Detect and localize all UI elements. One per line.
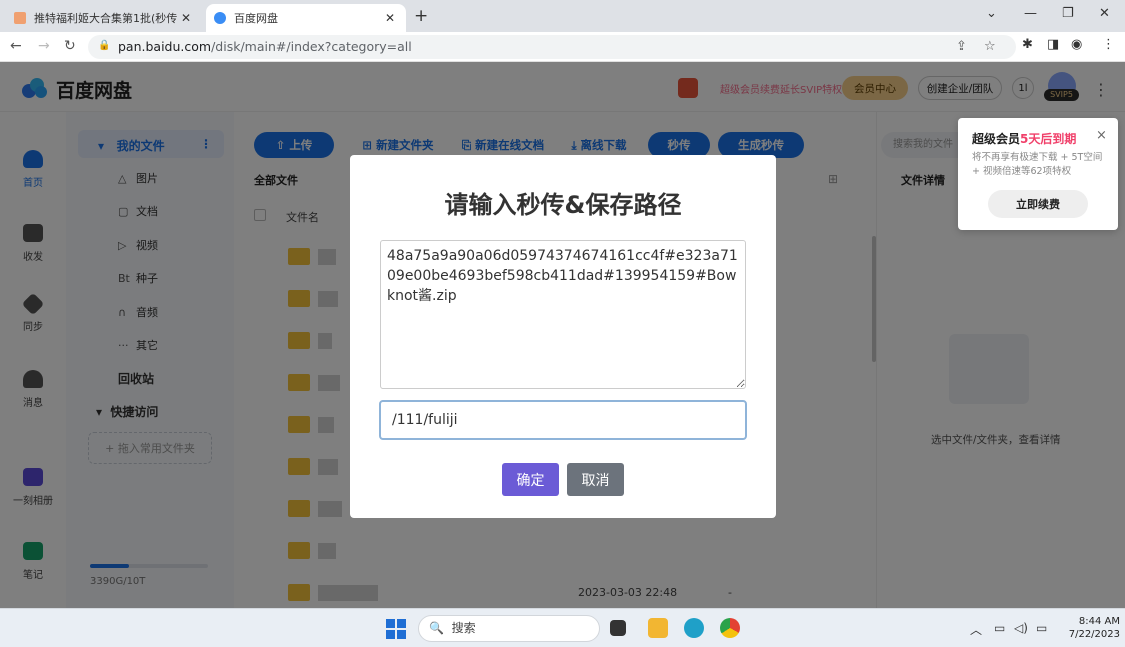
windows-taskbar: 🔍 搜索 ︿ ▭ ◁) ▭ 8:44 AM 7/22/2023 bbox=[0, 608, 1125, 647]
popup-description: 将不再享有极速下载 + 5T空间 + 视频倍速等62项特权 bbox=[972, 152, 1103, 177]
browser-menu-icon[interactable]: ⋮ bbox=[1102, 37, 1115, 52]
side-panel-icon[interactable]: ◨ bbox=[1047, 37, 1059, 52]
tab-close-icon[interactable]: ✕ bbox=[382, 11, 398, 25]
address-bar-row: ← → ↻ 🔒 pan.baidu.com/disk/main#/index?c… bbox=[0, 32, 1125, 62]
save-path-input[interactable] bbox=[379, 400, 747, 440]
tab-title: 推特福利姬大合集第1批(秒传) - bbox=[34, 12, 178, 25]
battery-icon[interactable]: ▭ bbox=[1036, 621, 1047, 635]
edge-browser-icon[interactable] bbox=[684, 618, 704, 638]
back-icon[interactable]: ← bbox=[10, 38, 22, 54]
restore-icon[interactable]: ❐ bbox=[1062, 6, 1074, 21]
confirm-button[interactable]: 确定 bbox=[502, 463, 559, 496]
network-icon[interactable]: ▭ bbox=[994, 621, 1005, 635]
browser-tab-bar: 推特福利姬大合集第1批(秒传) - ✕ 百度网盘 ✕ + ⌄ — ❐ ✕ bbox=[0, 0, 1125, 32]
forward-icon[interactable]: → bbox=[38, 38, 50, 54]
vip-expiry-popup: 超级会员5天后到期 × 将不再享有极速下载 + 5T空间 + 视频倍速等62项特… bbox=[958, 118, 1118, 230]
dialog-title: 请输入秒传&保存路径 bbox=[444, 191, 682, 219]
tab-favicon-icon bbox=[14, 12, 26, 24]
tab-title: 百度网盘 bbox=[234, 12, 278, 25]
volume-icon[interactable]: ◁) bbox=[1014, 621, 1028, 635]
share-icon[interactable]: ⇪ bbox=[956, 39, 967, 54]
file-explorer-icon[interactable] bbox=[648, 618, 668, 638]
bookmark-star-icon[interactable]: ☆ bbox=[984, 39, 996, 54]
browser-tab-2[interactable]: 百度网盘 ✕ bbox=[206, 4, 406, 32]
tab-favicon-icon bbox=[214, 12, 226, 24]
new-tab-icon[interactable]: + bbox=[414, 6, 428, 26]
windows-start-icon[interactable] bbox=[386, 619, 406, 639]
popup-title: 超级会员5天后到期 bbox=[972, 132, 1077, 146]
taskbar-search[interactable]: 🔍 搜索 bbox=[418, 615, 600, 642]
tab-search-icon[interactable]: ⌄ bbox=[986, 6, 997, 21]
lock-icon: 🔒 bbox=[98, 40, 111, 51]
taskbar-clock[interactable]: 8:44 AM 7/22/2023 bbox=[1060, 615, 1120, 641]
url-bar[interactable]: 🔒 pan.baidu.com/disk/main#/index?categor… bbox=[88, 35, 1016, 59]
cancel-button[interactable]: 取消 bbox=[567, 463, 624, 496]
extensions-icon[interactable]: ✱ bbox=[1022, 37, 1033, 52]
instant-link-textarea[interactable]: 48a75a9a90a06d05974374674161cc4f#e323a71… bbox=[380, 240, 746, 389]
minimize-icon[interactable]: — bbox=[1024, 6, 1037, 21]
close-window-icon[interactable]: ✕ bbox=[1099, 6, 1110, 21]
tab-close-icon[interactable]: ✕ bbox=[178, 11, 194, 25]
close-icon[interactable]: × bbox=[1096, 128, 1107, 143]
chrome-browser-icon[interactable] bbox=[720, 618, 740, 638]
renew-now-button[interactable]: 立即续费 bbox=[988, 190, 1088, 218]
profile-icon[interactable]: ◉ bbox=[1071, 37, 1082, 52]
task-view-icon[interactable] bbox=[610, 620, 626, 636]
instant-transfer-dialog: 请输入秒传&保存路径 48a75a9a90a06d05974374674161c… bbox=[350, 155, 776, 518]
tray-chevron-up-icon[interactable]: ︿ bbox=[970, 621, 982, 638]
url-text: pan.baidu.com/disk/main#/index?category=… bbox=[118, 39, 412, 54]
browser-tab-1[interactable]: 推特福利姬大合集第1批(秒传) - ✕ bbox=[6, 4, 202, 32]
reload-icon[interactable]: ↻ bbox=[64, 38, 76, 54]
